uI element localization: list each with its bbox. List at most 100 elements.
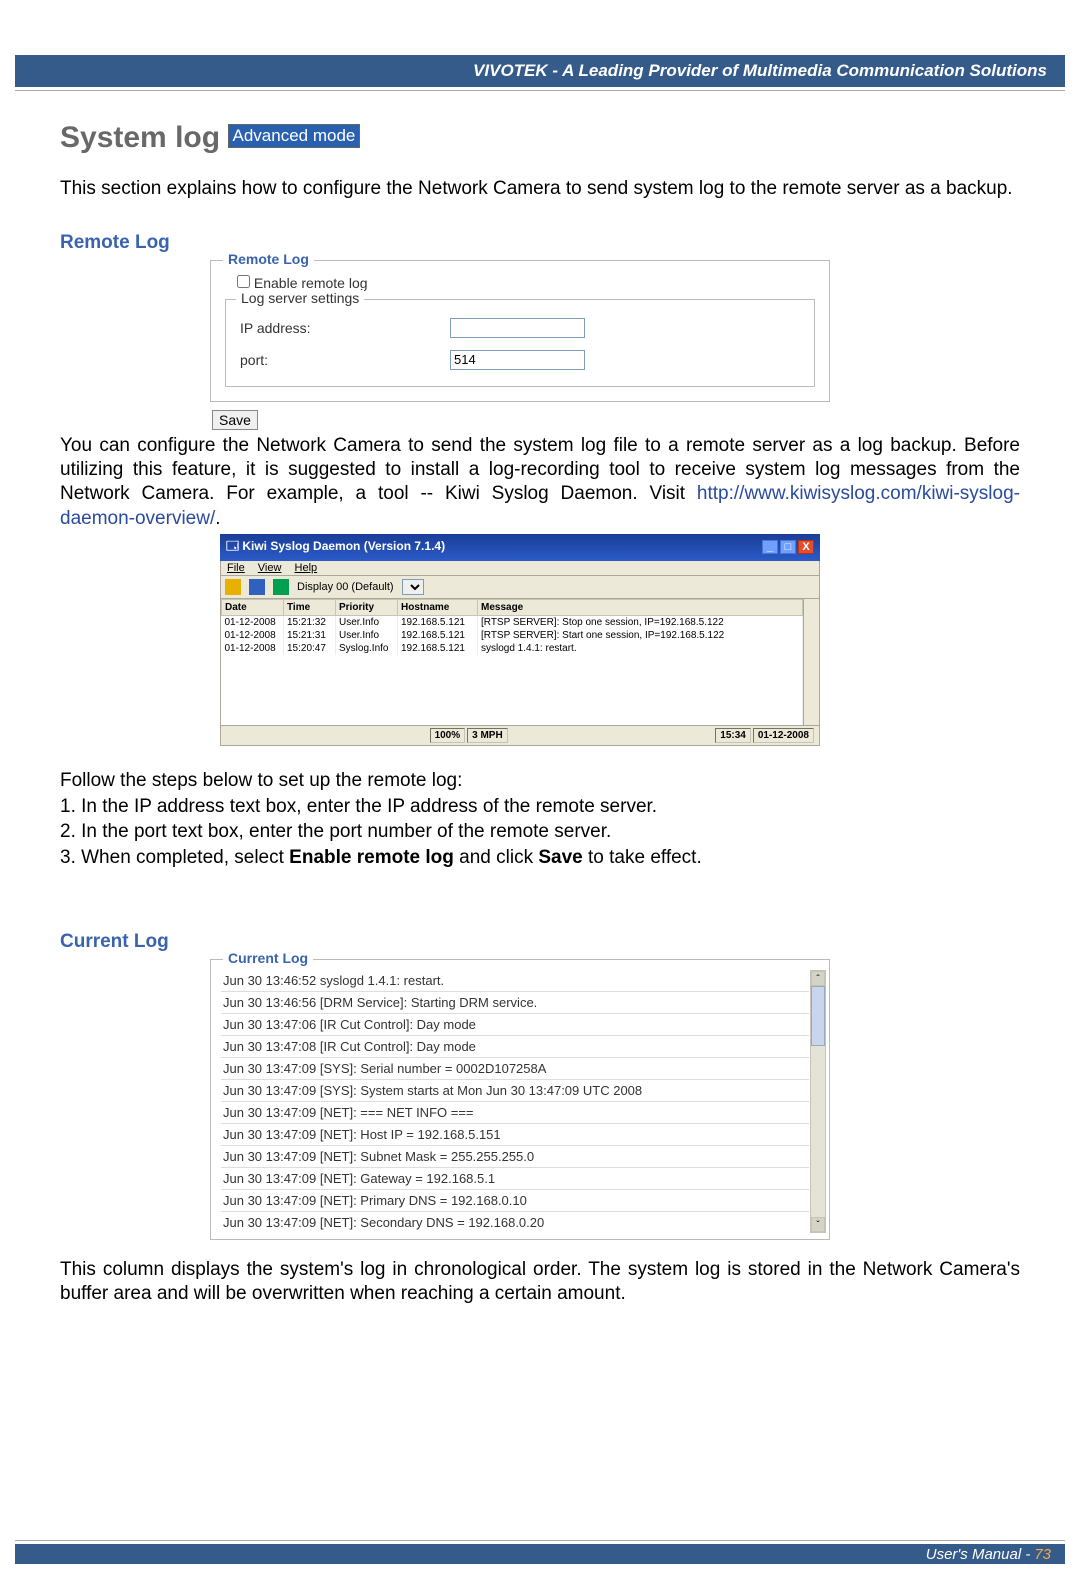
cell-hostname: 192.168.5.121: [398, 642, 478, 655]
log-server-settings-legend: Log server settings: [236, 290, 364, 306]
cell-date: 01-12-2008: [222, 615, 284, 629]
step-3c: and click: [454, 847, 538, 868]
header-tagline: VIVOTEK - A Leading Provider of Multimed…: [473, 61, 1047, 80]
log-line: Jun 30 13:47:09 [NET]: Subnet Mask = 255…: [221, 1145, 809, 1167]
log-line: Jun 30 13:46:52 syslogd 1.4.1: restart.: [221, 970, 809, 991]
step-3a: 3. When completed, select: [60, 847, 289, 868]
maximize-icon[interactable]: □: [780, 540, 796, 554]
ip-address-input[interactable]: [450, 318, 585, 338]
scroll-thumb[interactable]: [811, 986, 825, 1046]
scroll-down-icon[interactable]: ˇ: [811, 1217, 825, 1232]
status-pct: 100%: [430, 728, 466, 743]
kiwi-scrollbar[interactable]: [803, 599, 819, 725]
log-line: Jun 30 13:46:56 [DRM Service]: Starting …: [221, 991, 809, 1013]
cell-date: 01-12-2008: [222, 629, 284, 642]
kiwi-title-text: Kiwi Syslog Daemon (Version 7.1.4): [242, 539, 445, 553]
log-line: Jun 30 13:47:09 [NET]: Primary DNS = 192…: [221, 1189, 809, 1211]
menu-help[interactable]: Help: [295, 562, 318, 574]
cell-date: 01-12-2008: [222, 642, 284, 655]
grid-row[interactable]: 01-12-200815:21:32User.Info192.168.5.121…: [222, 615, 803, 629]
cell-priority: User.Info: [336, 615, 398, 629]
log-server-settings-fieldset: Log server settings IP address: port:: [225, 299, 815, 387]
toolbar-icon-2[interactable]: [249, 579, 265, 595]
menu-file[interactable]: File: [227, 562, 245, 574]
cell-hostname: 192.168.5.121: [398, 615, 478, 629]
cell-time: 15:20:47: [284, 642, 336, 655]
page-header: VIVOTEK - A Leading Provider of Multimed…: [15, 55, 1065, 87]
kiwi-grid: Date Time Priority Hostname Message 01-1…: [220, 599, 820, 726]
step-3e: to take effect.: [583, 847, 702, 868]
minimize-icon[interactable]: _: [762, 540, 778, 554]
current-log-legend: Current Log: [223, 950, 313, 966]
enable-remote-log-label: Enable remote log: [254, 275, 368, 291]
step-3: 3. When completed, select Enable remote …: [60, 845, 1020, 871]
footer-manual-label: User's Manual -: [926, 1546, 1031, 1563]
col-priority[interactable]: Priority: [336, 599, 398, 615]
cell-priority: Syslog.Info: [336, 642, 398, 655]
step-3b: Enable remote log: [289, 847, 454, 868]
menu-view[interactable]: View: [258, 562, 282, 574]
save-button[interactable]: Save: [212, 410, 258, 430]
port-label: port:: [240, 352, 450, 368]
log-line: Jun 30 13:47:09 [NET]: Host IP = 192.168…: [221, 1123, 809, 1145]
display-label: Display 00 (Default): [297, 581, 394, 593]
grid-row[interactable]: 01-12-200815:20:47Syslog.Info192.168.5.1…: [222, 642, 803, 655]
current-log-after: This column displays the system's log in…: [60, 1258, 1020, 1307]
ip-address-label: IP address:: [240, 320, 450, 336]
scroll-up-icon[interactable]: ˆ: [811, 971, 825, 986]
remote-log-explain: You can configure the Network Camera to …: [60, 434, 1020, 531]
section-title: System log: [60, 121, 220, 155]
current-log-box: Current Log Jun 30 13:46:52 syslogd 1.4.…: [210, 959, 830, 1240]
log-line: Jun 30 13:47:09 [NET]: Gateway = 192.168…: [221, 1167, 809, 1189]
cell-message: [RTSP SERVER]: Start one session, IP=192…: [478, 629, 803, 642]
enable-remote-log-checkbox[interactable]: [237, 275, 250, 288]
col-date[interactable]: Date: [222, 599, 284, 615]
status-mph: 3 MPH: [467, 728, 508, 743]
kiwi-toolbar: Display 00 (Default): [220, 576, 820, 599]
col-hostname[interactable]: Hostname: [398, 599, 478, 615]
log-line: Jun 30 13:47:08 [IR Cut Control]: Day mo…: [221, 1035, 809, 1057]
cell-hostname: 192.168.5.121: [398, 629, 478, 642]
toolbar-icon-1[interactable]: [225, 579, 241, 595]
cell-time: 15:21:32: [284, 615, 336, 629]
col-time[interactable]: Time: [284, 599, 336, 615]
close-icon[interactable]: X: [798, 540, 814, 554]
steps-lead: Follow the steps below to set up the rem…: [60, 768, 1020, 794]
steps-block: Follow the steps below to set up the rem…: [60, 768, 1020, 871]
section-title-row: System log Advanced mode: [60, 121, 1020, 155]
kiwi-syslog-window: 🗔 Kiwi Syslog Daemon (Version 7.1.4) _ □…: [220, 534, 820, 746]
page-footer: User's Manual - 73: [15, 1540, 1065, 1564]
step-1: 1. In the IP address text box, enter the…: [60, 794, 1020, 820]
current-log-heading: Current Log: [60, 931, 1020, 953]
log-line: Jun 30 13:47:09 [SYS]: Serial number = 0…: [221, 1057, 809, 1079]
remote-log-fieldset: Remote Log Enable remote log Log server …: [210, 260, 830, 402]
col-message[interactable]: Message: [478, 599, 803, 615]
step-2: 2. In the port text box, enter the port …: [60, 819, 1020, 845]
advanced-mode-badge: Advanced mode: [228, 124, 361, 148]
grid-row[interactable]: 01-12-200815:21:31User.Info192.168.5.121…: [222, 629, 803, 642]
display-select[interactable]: [402, 579, 424, 595]
explain-period: .: [215, 508, 220, 529]
kiwi-menubar: File View Help: [220, 561, 820, 576]
step-3d: Save: [538, 847, 582, 868]
cell-message: syslogd 1.4.1: restart.: [478, 642, 803, 655]
status-time: 15:34: [715, 728, 751, 743]
port-input[interactable]: [450, 350, 585, 370]
toolbar-icon-3[interactable]: [273, 579, 289, 595]
remote-log-legend: Remote Log: [223, 251, 314, 267]
cell-time: 15:21:31: [284, 629, 336, 642]
kiwi-titlebar: 🗔 Kiwi Syslog Daemon (Version 7.1.4) _ □…: [220, 534, 820, 561]
log-line: Jun 30 13:47:09 [NET]: === NET INFO ===: [221, 1101, 809, 1123]
current-log-scrollbar[interactable]: ˆ ˇ: [810, 970, 826, 1233]
cell-priority: User.Info: [336, 629, 398, 642]
log-line: Jun 30 13:47:09 [SYS]: System starts at …: [221, 1079, 809, 1101]
intro-paragraph: This section explains how to configure t…: [60, 177, 1020, 202]
log-line: Jun 30 13:47:06 [IR Cut Control]: Day mo…: [221, 1013, 809, 1035]
grid-header-row: Date Time Priority Hostname Message: [222, 599, 803, 615]
log-line: Jun 30 13:47:09 [NET]: Secondary DNS = 1…: [221, 1211, 809, 1233]
footer-page-number: 73: [1034, 1546, 1051, 1563]
kiwi-statusbar: 100% 3 MPH 15:34 01-12-2008: [220, 726, 820, 746]
status-date: 01-12-2008: [753, 728, 814, 743]
cell-message: [RTSP SERVER]: Stop one session, IP=192.…: [478, 615, 803, 629]
remote-log-heading: Remote Log: [60, 232, 1020, 254]
